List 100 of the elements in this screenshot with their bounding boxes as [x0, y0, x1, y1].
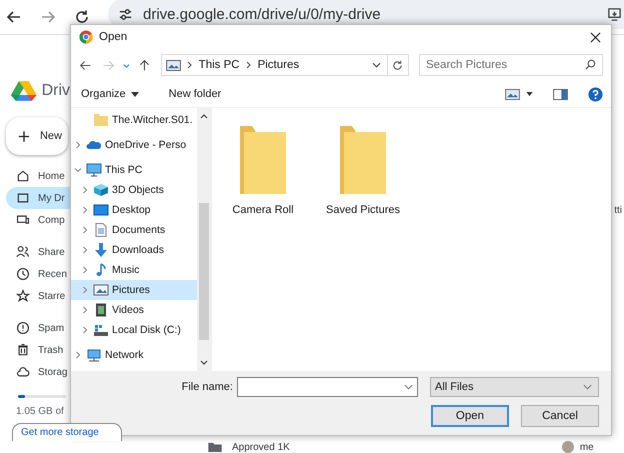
network-icon	[86, 348, 102, 362]
caret-icon[interactable]	[526, 92, 533, 96]
download-arrow-icon	[93, 243, 109, 257]
tree-item[interactable]: 3D Objects	[71, 180, 197, 200]
trash-icon	[16, 343, 30, 357]
dropdown-icon[interactable]	[372, 62, 381, 68]
plus-icon	[18, 130, 30, 142]
drive-logo-icon	[10, 79, 38, 103]
sidebar-item[interactable]: Trash	[6, 339, 70, 361]
tree-item[interactable]: Pictures	[71, 280, 197, 300]
sidebar-item[interactable]: Comp	[6, 209, 70, 231]
dropdown-icon	[583, 384, 592, 390]
open-button[interactable]: Open	[431, 405, 509, 427]
caret-icon	[130, 92, 139, 96]
search-icon	[584, 59, 596, 70]
file-name-label: File name:	[180, 381, 233, 393]
chevron-icon[interactable]	[81, 206, 89, 214]
preview-pane-icon[interactable]	[553, 88, 568, 100]
dialog-title: Open	[99, 31, 128, 43]
search-field[interactable]: Search Pictures	[418, 54, 603, 76]
recent-locations-icon[interactable]	[122, 62, 130, 68]
desktop-icon	[93, 203, 109, 217]
chevron-icon[interactable]	[74, 141, 82, 149]
pictures-icon	[166, 60, 181, 70]
scrollbar[interactable]	[197, 108, 211, 371]
chevron-icon	[186, 61, 193, 69]
document-icon	[93, 223, 109, 237]
home-icon	[16, 169, 30, 183]
tree-item[interactable]: Local Disk (C:)	[71, 320, 197, 340]
close-icon[interactable]	[590, 32, 601, 42]
product-name: Driv	[42, 82, 70, 100]
sidebar-item[interactable]: Recen	[6, 263, 70, 285]
tree-item[interactable]: Network	[71, 345, 197, 365]
help-icon[interactable]	[588, 86, 603, 102]
folder-icon	[208, 442, 222, 452]
file-name-field[interactable]	[236, 377, 418, 397]
chevron-icon[interactable]	[81, 326, 89, 334]
site-settings-icon[interactable]	[118, 6, 133, 22]
sidebar-item[interactable]: Spam	[6, 317, 70, 339]
dropdown-icon[interactable]	[404, 384, 413, 390]
chevron-icon[interactable]	[81, 186, 89, 194]
breadcrumb[interactable]: This PC	[198, 59, 240, 71]
cube-icon	[93, 183, 109, 197]
organize-button[interactable]: Organize	[75, 85, 145, 103]
warning-icon	[16, 321, 30, 335]
chevron-icon[interactable]	[81, 226, 89, 234]
back-icon[interactable]	[79, 58, 92, 72]
address-field[interactable]: This PC Pictures	[160, 54, 409, 76]
chevron-icon[interactable]	[74, 166, 82, 174]
sidebar-item[interactable]: Storag	[6, 361, 70, 383]
chevron-icon[interactable]	[74, 351, 82, 359]
scroll-down-icon[interactable]	[200, 360, 208, 366]
clock-icon	[16, 267, 30, 281]
forward-icon[interactable]	[40, 9, 56, 25]
tree-item[interactable]: OneDrive - Perso	[71, 135, 197, 155]
chevron-icon[interactable]	[81, 286, 89, 294]
file-type-dropdown[interactable]: All Files	[430, 377, 599, 397]
get-storage-button[interactable]: Get more storage	[12, 423, 122, 441]
refresh-icon	[392, 60, 404, 70]
url-text: drive.google.com/drive/u/0/my-drive	[143, 6, 381, 22]
new-button[interactable]: New	[6, 117, 68, 155]
people-icon	[16, 245, 30, 259]
pictures-icon	[93, 283, 109, 297]
cloud-icon	[16, 365, 30, 379]
cloud-icon	[86, 138, 102, 152]
tree-item[interactable]: Downloads	[71, 240, 197, 260]
sidebar-item[interactable]: Starre	[6, 285, 70, 307]
install-icon[interactable]	[607, 6, 622, 22]
star-icon	[16, 289, 30, 303]
breadcrumb[interactable]: Pictures	[258, 59, 300, 71]
tree-item[interactable]: Desktop	[71, 200, 197, 220]
tree-item[interactable]: Videos	[71, 300, 197, 320]
chevron-icon[interactable]	[81, 246, 89, 254]
owner-text: me	[580, 442, 594, 452]
avatar	[562, 441, 574, 453]
tree-item[interactable]: The.Witcher.S01.	[71, 110, 197, 130]
folder-icon	[238, 124, 288, 196]
sidebar-item[interactable]: Share	[6, 241, 70, 263]
drive-disk-icon	[93, 323, 109, 337]
column-text: tti	[614, 205, 622, 216]
view-icon[interactable]	[505, 88, 520, 100]
sidebar-item[interactable]: Home	[6, 165, 70, 187]
folder-icon	[93, 113, 109, 127]
scroll-up-icon[interactable]	[200, 113, 208, 119]
tree-item[interactable]: This PC	[71, 160, 197, 180]
new-folder-button[interactable]: New folder	[162, 85, 228, 103]
cancel-button[interactable]: Cancel	[521, 405, 599, 427]
sidebar-item[interactable]: My Dr	[6, 187, 70, 209]
chevron-icon[interactable]	[81, 266, 89, 274]
reload-icon[interactable]	[74, 9, 90, 25]
file-name: Approved 1K	[232, 442, 290, 452]
back-icon[interactable]	[6, 9, 22, 25]
tree-item[interactable]: Documents	[71, 220, 197, 240]
up-icon[interactable]	[138, 58, 151, 72]
computer-icon	[86, 163, 102, 177]
folder-item[interactable]: Camera Roll	[226, 124, 300, 216]
folder-icon	[338, 124, 388, 196]
chevron-icon[interactable]	[81, 306, 89, 314]
folder-item[interactable]: Saved Pictures	[326, 124, 400, 216]
tree-item[interactable]: Music	[71, 260, 197, 280]
